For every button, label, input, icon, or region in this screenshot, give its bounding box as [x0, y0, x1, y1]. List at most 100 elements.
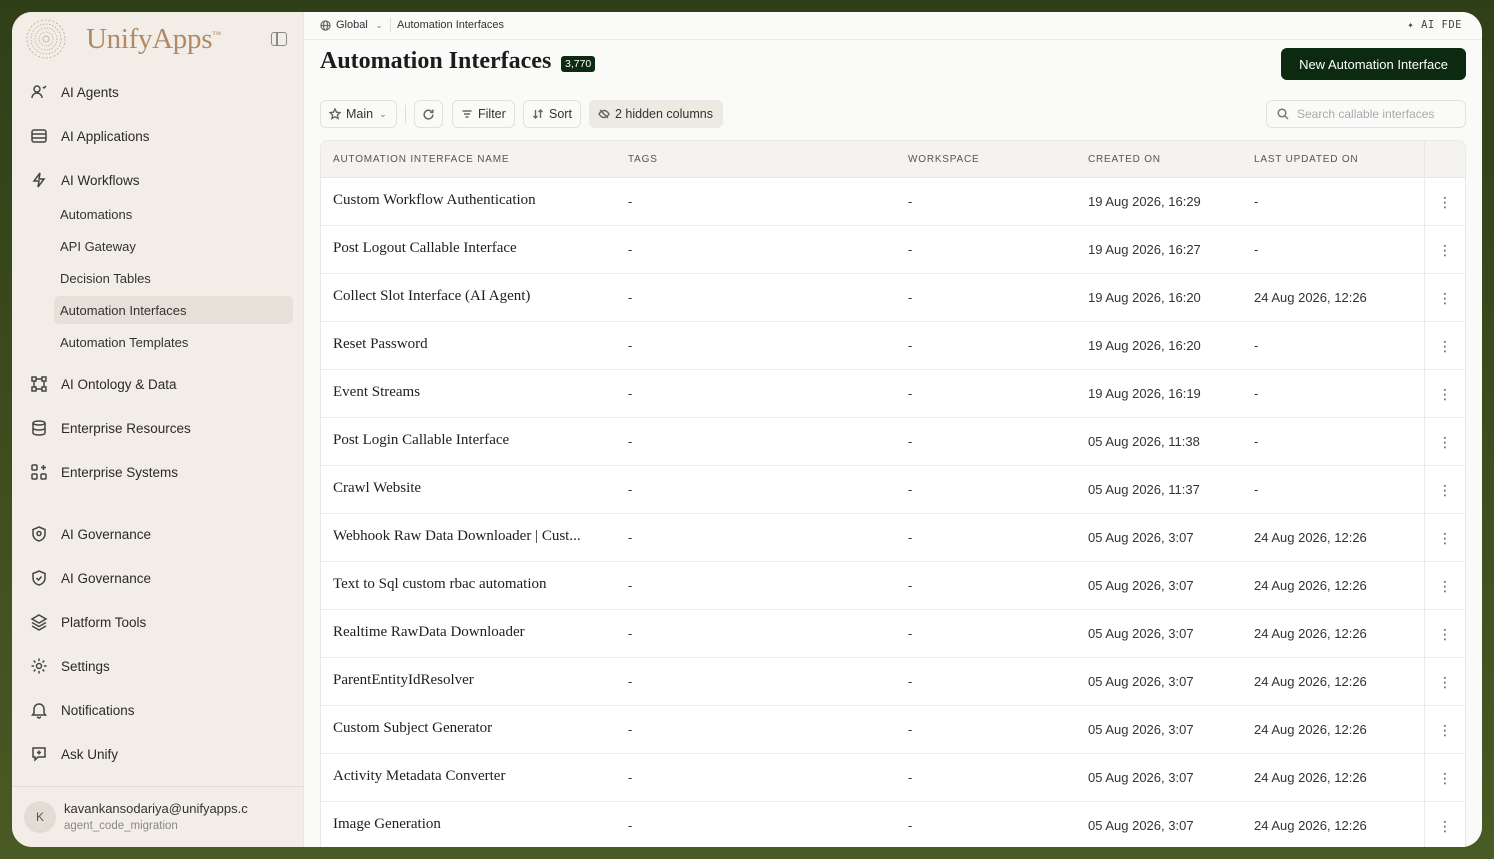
row-more-icon[interactable]: ⋮	[1424, 178, 1465, 226]
sidebar-subitem-automation-templates[interactable]: Automation Templates	[54, 328, 293, 356]
row-more-icon[interactable]: ⋮	[1424, 562, 1465, 610]
cell-name: Post Login Callable Interface	[333, 432, 510, 448]
column-header-last-updated-on[interactable]: LAST UPDATED ON	[1254, 154, 1358, 165]
sidebar-item-label: Ask Unify	[61, 746, 119, 762]
sidebar-item-settings[interactable]: Settings	[30, 654, 110, 678]
table-row[interactable]: Event Streams - - 19 Aug 2026, 16:19 - ⋮	[321, 370, 1465, 418]
row-more-icon[interactable]: ⋮	[1424, 514, 1465, 562]
column-header-tags[interactable]: TAGS	[628, 154, 658, 165]
logo[interactable]: UnifyApps™	[24, 18, 221, 60]
cell-workspace: -	[908, 434, 913, 449]
sidebar-item-ask-unify[interactable]: Ask Unify	[30, 742, 118, 766]
sidebar-item-ai-agents[interactable]: AI Agents	[30, 80, 119, 104]
row-more-icon[interactable]: ⋮	[1424, 658, 1465, 706]
column-header-workspace[interactable]: WORKSPACE	[908, 154, 979, 165]
table-row[interactable]: Reset Password - - 19 Aug 2026, 16:20 - ⋮	[321, 322, 1465, 370]
table-row[interactable]: Collect Slot Interface (AI Agent) - - 19 Au…	[321, 274, 1465, 322]
row-more-icon[interactable]: ⋮	[1424, 706, 1465, 754]
sidebar-item-label: AI Governance	[61, 570, 152, 586]
table-row[interactable]: ParentEntityIdResolver - - 05 Aug 2026, 3:0…	[321, 658, 1465, 706]
search-input[interactable]	[1297, 107, 1457, 121]
table-row[interactable]: Realtime RawData Downloader - - 05 Aug 2026…	[321, 610, 1465, 658]
table-row[interactable]: Post Logout Callable Interface - - 19 Aug 2…	[321, 226, 1465, 274]
row-more-icon[interactable]: ⋮	[1424, 322, 1465, 370]
count-badge: 3,770	[561, 56, 596, 72]
cell-last-updated-on: 24 Aug 2026, 12:26	[1254, 674, 1367, 689]
sidebar-item-ai-governance-2[interactable]: AI Governance	[30, 566, 151, 590]
lightning-icon	[30, 171, 48, 189]
column-header-created-on[interactable]: CREATED ON	[1088, 154, 1161, 165]
cell-tags: -	[628, 578, 633, 593]
table-row[interactable]: Custom Workflow Authentication - - 19 Aug 2…	[321, 178, 1465, 226]
row-more-icon[interactable]: ⋮	[1424, 418, 1465, 466]
row-more-icon[interactable]: ⋮	[1424, 370, 1465, 418]
cell-workspace: -	[908, 578, 913, 593]
cell-created-on: 05 Aug 2026, 3:07	[1088, 770, 1194, 785]
table-row[interactable]: Webhook Raw Data Downloader | Cust... - - 0…	[321, 514, 1465, 562]
ai-fde-button[interactable]: ✦ AI FDE	[1407, 19, 1462, 31]
cell-name: ParentEntityIdResolver	[333, 672, 474, 688]
refresh-button[interactable]	[414, 100, 443, 128]
cell-workspace: -	[908, 818, 913, 833]
sidebar: UnifyApps™ AI Agents AI Applications AI …	[12, 12, 304, 847]
cell-workspace: -	[908, 626, 913, 641]
sidebar-collapse-icon[interactable]	[271, 32, 287, 46]
agent-icon	[30, 83, 48, 101]
search-input-wrapper[interactable]	[1266, 100, 1466, 128]
cell-last-updated-on: -	[1254, 242, 1259, 257]
globe-icon	[320, 19, 331, 31]
row-more-icon[interactable]: ⋮	[1424, 754, 1465, 802]
row-more-icon[interactable]: ⋮	[1424, 466, 1465, 514]
table-row[interactable]: Custom Subject Generator - - 05 Aug 2026, 3…	[321, 706, 1465, 754]
sort-button[interactable]: Sort	[523, 100, 581, 128]
sidebar-subitem-automations[interactable]: Automations	[54, 200, 293, 228]
table-row[interactable]: Post Login Callable Interface - - 05 Aug 20…	[321, 418, 1465, 466]
row-more-icon[interactable]: ⋮	[1424, 802, 1465, 847]
sidebar-item-label: AI Applications	[61, 128, 150, 144]
table-row[interactable]: Activity Metadata Converter - - 05 Aug 2026…	[321, 754, 1465, 802]
cell-name: Reset Password	[333, 336, 428, 352]
row-more-icon[interactable]: ⋮	[1424, 274, 1465, 322]
cell-name: Crawl Website	[333, 480, 422, 496]
table-header: AUTOMATION INTERFACE NAME TAGS WORKSPACE…	[321, 141, 1465, 178]
table-row[interactable]: Image Generation - - 05 Aug 2026, 3:07 24 Au…	[321, 802, 1465, 847]
sidebar-item-notifications[interactable]: Notifications	[30, 698, 135, 722]
sidebar-subitem-decision-tables[interactable]: Decision Tables	[54, 264, 293, 292]
cell-workspace: -	[908, 194, 913, 209]
sidebar-item-ai-ontology[interactable]: AI Ontology & Data	[30, 372, 177, 396]
unifyapps-logo-icon	[26, 19, 66, 59]
sidebar-item-label: Enterprise Systems	[61, 464, 179, 480]
new-automation-interface-button[interactable]: New Automation Interface	[1281, 48, 1466, 80]
sidebar-item-platform-tools[interactable]: Platform Tools	[30, 610, 146, 634]
sidebar-subitem-automation-interfaces[interactable]: Automation Interfaces	[54, 296, 293, 324]
column-header-name[interactable]: AUTOMATION INTERFACE NAME	[333, 154, 509, 165]
sidebar-subitem-api-gateway[interactable]: API Gateway	[54, 232, 293, 260]
user-profile[interactable]: K kavankansodariya@unifyapps.c agent_cod…	[12, 786, 304, 847]
sidebar-item-enterprise-systems[interactable]: Enterprise Systems	[30, 460, 178, 484]
eye-off-icon	[598, 109, 610, 119]
sidebar-item-label: Settings	[61, 658, 110, 674]
table-row[interactable]: Crawl Website - - 05 Aug 2026, 11:37 - ⋮	[321, 466, 1465, 514]
breadcrumb-separator	[390, 18, 391, 32]
row-more-icon[interactable]: ⋮	[1424, 226, 1465, 274]
sidebar-item-enterprise-resources[interactable]: Enterprise Resources	[30, 416, 191, 440]
table-row[interactable]: Text to Sql custom rbac automation - - 05 A…	[321, 562, 1465, 610]
user-email: kavankansodariya@unifyapps.c	[64, 801, 248, 816]
view-selector[interactable]: Main ⌄	[320, 100, 397, 128]
sidebar-item-ai-workflows[interactable]: AI Workflows	[30, 168, 140, 192]
cell-last-updated-on: 24 Aug 2026, 12:26	[1254, 770, 1367, 785]
star-icon	[329, 108, 341, 120]
cell-tags: -	[628, 530, 633, 545]
row-more-icon[interactable]: ⋮	[1424, 610, 1465, 658]
cell-last-updated-on: 24 Aug 2026, 12:26	[1254, 626, 1367, 641]
sidebar-item-ai-governance[interactable]: AI Governance	[30, 522, 151, 546]
hidden-columns-button[interactable]: 2 hidden columns	[589, 100, 723, 128]
filter-button[interactable]: Filter	[452, 100, 515, 128]
sidebar-item-label: Enterprise Resources	[61, 420, 191, 436]
sidebar-item-ai-applications[interactable]: AI Applications	[30, 124, 150, 148]
cell-tags: -	[628, 194, 633, 209]
cell-name: Custom Workflow Authentication	[333, 192, 536, 208]
user-org: agent_code_migration	[64, 820, 178, 832]
cell-last-updated-on: 24 Aug 2026, 12:26	[1254, 290, 1367, 305]
scope-selector[interactable]: Global ⌄	[320, 19, 383, 31]
